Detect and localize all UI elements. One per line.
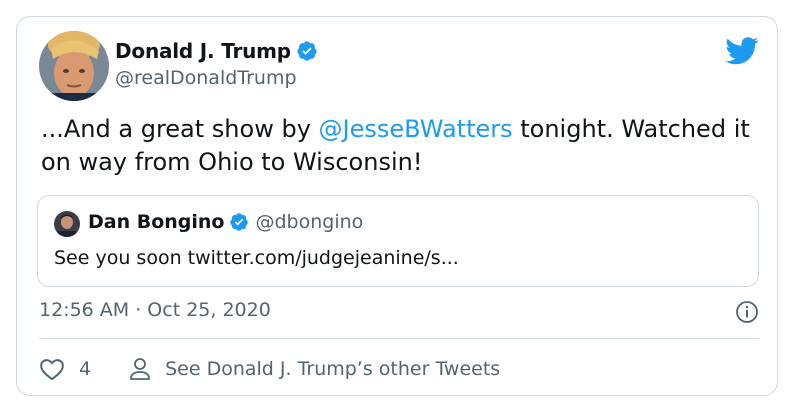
embedded-tweet-card: Donald J. Trump @realDonaldTrump ...And … bbox=[16, 16, 778, 396]
tweet-text: ...And a great show by @JesseBWatters to… bbox=[41, 113, 761, 179]
quoted-header: Dan Bongino @dbongino bbox=[88, 211, 363, 233]
verified-badge-icon bbox=[296, 40, 318, 62]
author-name-row: Donald J. Trump bbox=[115, 39, 318, 63]
footer-divider bbox=[39, 338, 759, 339]
info-icon[interactable] bbox=[735, 300, 759, 324]
heart-icon[interactable] bbox=[39, 357, 65, 381]
author-avatar[interactable] bbox=[39, 31, 109, 101]
quoted-author-name: Dan Bongino bbox=[88, 211, 225, 233]
quoted-tweet[interactable]: Dan Bongino @dbongino See you soon twitt… bbox=[37, 195, 759, 287]
quoted-tweet-text: See you soon twitter.com/judgejeanine/s.… bbox=[54, 247, 459, 269]
mention-link[interactable]: @JesseBWatters bbox=[319, 115, 513, 143]
twitter-bird-icon[interactable] bbox=[725, 37, 759, 65]
tweet-actions: 4 See Donald J. Trump’s other Tweets bbox=[39, 355, 500, 383]
author-handle[interactable]: @realDonaldTrump bbox=[115, 67, 297, 89]
tweet-text-part1: ...And a great show by bbox=[41, 115, 319, 143]
person-icon[interactable] bbox=[129, 357, 151, 381]
author-name[interactable]: Donald J. Trump bbox=[115, 39, 291, 63]
other-tweets-link[interactable]: See Donald J. Trump’s other Tweets bbox=[165, 358, 500, 380]
verified-badge-icon bbox=[229, 212, 249, 232]
quoted-author-avatar bbox=[54, 211, 80, 237]
quoted-author-handle: @dbongino bbox=[255, 211, 364, 233]
tweet-timestamp[interactable]: 12:56 AM · Oct 25, 2020 bbox=[39, 299, 271, 321]
like-count[interactable]: 4 bbox=[79, 358, 91, 380]
